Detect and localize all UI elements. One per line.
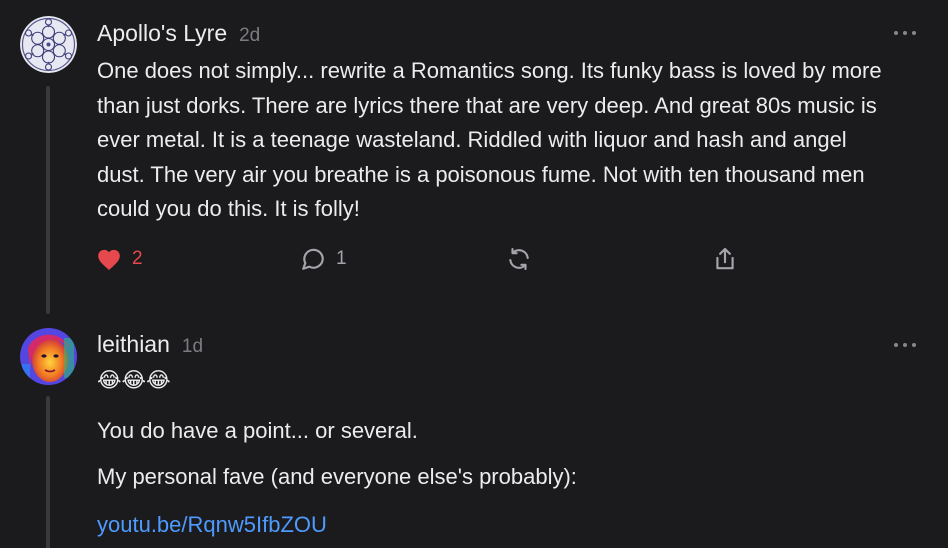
comment-header: leithian 1d (97, 331, 203, 358)
like-count: 2 (132, 248, 143, 269)
youtube-link[interactable]: youtu.be/Rqnw5IfbZOU (97, 512, 327, 538)
like-button[interactable]: 2 (96, 243, 143, 275)
comments-page: Apollo's Lyre 2d One does not simply... … (0, 0, 948, 548)
more-options-icon[interactable] (894, 28, 916, 38)
author-name[interactable]: leithian (97, 331, 170, 358)
comment-actions: 2 1 (96, 243, 756, 275)
speech-bubble-icon (302, 248, 324, 270)
comment: Apollo's Lyre 2d One does not simply... … (0, 0, 948, 314)
portrait-avatar-image (20, 328, 77, 385)
thread-line[interactable] (46, 396, 50, 548)
more-options-icon[interactable] (894, 340, 916, 350)
avatar[interactable] (20, 16, 77, 73)
heart-icon (98, 249, 120, 271)
emoji-reaction-text: 😂😂😂 (97, 369, 171, 392)
comment-paragraph: My personal fave (and everyone else's pr… (97, 464, 577, 489)
comment-paragraph: You do have a point... or several. (97, 418, 418, 443)
timestamp: 2d (239, 25, 261, 46)
thread-line[interactable] (46, 86, 50, 314)
comment-header: Apollo's Lyre 2d (97, 20, 260, 47)
comment-body: One does not simply... rewrite a Romanti… (97, 58, 882, 221)
author-name[interactable]: Apollo's Lyre (97, 20, 227, 47)
avatar[interactable] (20, 328, 77, 385)
restack-icon (509, 247, 529, 271)
share-icon (716, 247, 734, 270)
share-button[interactable] (712, 243, 738, 275)
reply-button[interactable]: 1 (300, 243, 347, 275)
reply-count: 1 (336, 248, 347, 269)
mandala-avatar-image (20, 16, 77, 73)
restack-button[interactable] (506, 243, 532, 275)
timestamp: 1d (181, 336, 204, 357)
